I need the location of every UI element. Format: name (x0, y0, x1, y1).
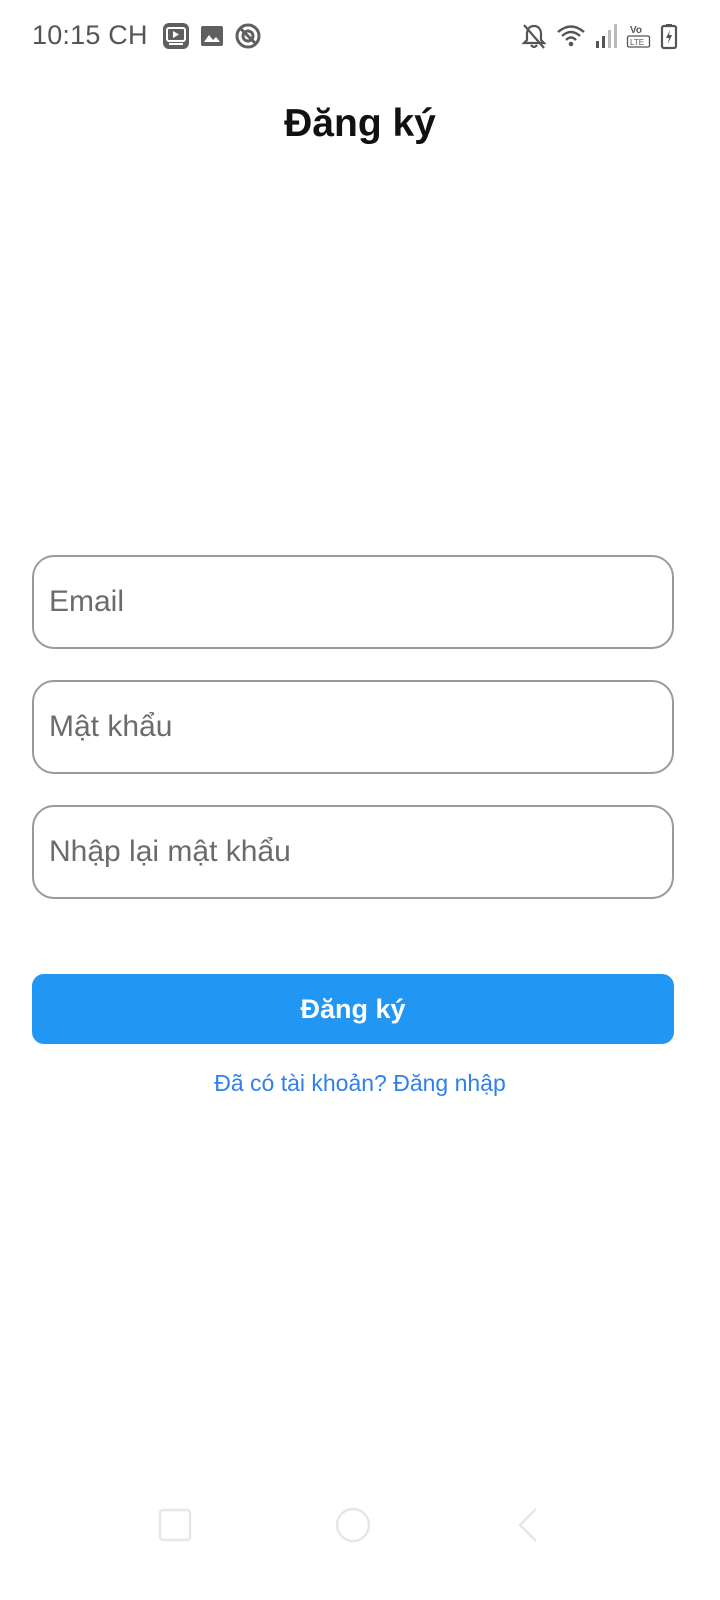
notification-icons (162, 20, 262, 52)
recents-icon (158, 1508, 192, 1542)
email-field[interactable] (32, 555, 674, 649)
navigation-bar (0, 1490, 720, 1560)
signup-screen: 10:15 CH Vo LTE Đăng ký Email Đăng ký Đã… (0, 0, 720, 1600)
password-input[interactable] (34, 682, 672, 772)
bell-off-icon (520, 22, 548, 50)
sync-icon (234, 22, 262, 50)
password-field[interactable] (32, 680, 674, 774)
system-status-icons: Vo LTE (520, 20, 678, 52)
signal-icon (594, 22, 618, 50)
home-button[interactable] (318, 1490, 388, 1560)
register-button[interactable]: Đăng ký (32, 974, 674, 1044)
login-link[interactable]: Đã có tài khoản? Đăng nhập (0, 1070, 720, 1097)
email-input[interactable] (34, 557, 672, 647)
back-icon (514, 1507, 544, 1543)
svg-text:Vo: Vo (630, 25, 642, 36)
back-button[interactable] (494, 1490, 564, 1560)
status-bar: 10:15 CH Vo LTE (0, 0, 720, 72)
svg-text:LTE: LTE (630, 38, 644, 47)
confirm-password-input[interactable] (34, 807, 672, 897)
image-icon (198, 22, 226, 50)
page-title: Đăng ký (284, 102, 436, 145)
battery-charging-icon (660, 22, 678, 50)
wifi-icon (556, 22, 586, 50)
status-time: 10:15 CH (32, 20, 148, 50)
volte-icon: Vo LTE (626, 22, 652, 50)
video-app-icon (162, 22, 190, 50)
recents-button[interactable] (140, 1490, 210, 1560)
confirm-password-field[interactable] (32, 805, 674, 899)
home-icon (335, 1507, 371, 1543)
